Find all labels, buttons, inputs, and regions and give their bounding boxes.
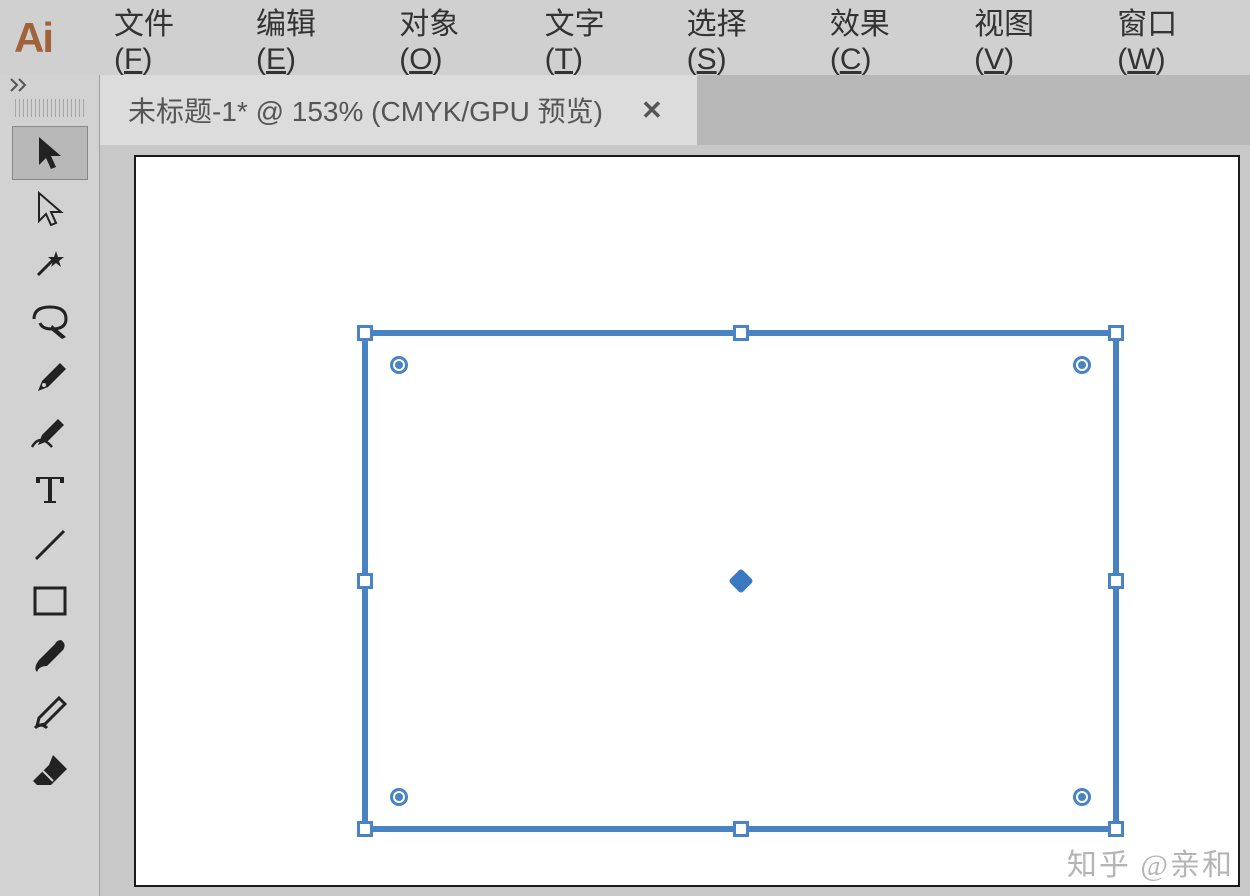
menu-window[interactable]: 窗口(W): [1101, 0, 1206, 83]
menu-object[interactable]: 对象(O): [383, 0, 484, 83]
magic-wand-tool[interactable]: [12, 238, 88, 292]
pen-nib-icon: [30, 357, 70, 397]
resize-handle-right[interactable]: [1108, 573, 1124, 589]
resize-handle-top-left[interactable]: [357, 325, 373, 341]
corner-radius-handle-top-left[interactable]: [390, 356, 408, 374]
tools-panel: [0, 75, 100, 896]
corner-radius-handle-top-right[interactable]: [1073, 356, 1091, 374]
selected-rectangle[interactable]: [362, 330, 1119, 832]
tab-bar: 未标题-1* @ 153% (CMYK/GPU 预览) ✕: [100, 75, 1250, 145]
line-icon: [30, 525, 70, 565]
magic-wand-icon: [30, 245, 70, 285]
resize-handle-top-right[interactable]: [1108, 325, 1124, 341]
eraser-tool[interactable]: [12, 742, 88, 796]
type-t-icon: [32, 471, 68, 507]
resize-handle-left[interactable]: [357, 573, 373, 589]
curvature-tool[interactable]: [12, 406, 88, 460]
direct-selection-arrow-icon: [33, 189, 67, 229]
menu-type[interactable]: 文字(T): [529, 0, 627, 83]
paintbrush-icon: [29, 636, 71, 678]
resize-handle-bottom-right[interactable]: [1108, 821, 1124, 837]
document-tab-title: 未标题-1* @ 153% (CMYK/GPU 预览): [128, 90, 603, 130]
selection-arrow-icon: [33, 133, 67, 173]
lasso-icon: [28, 301, 72, 341]
curvature-pen-icon: [28, 413, 72, 453]
menu-edit[interactable]: 编辑(E): [240, 0, 339, 83]
paintbrush-tool[interactable]: [12, 630, 88, 684]
center-point-icon[interactable]: [728, 568, 753, 593]
artboard[interactable]: [134, 155, 1240, 887]
shaper-icon: [29, 692, 71, 734]
pen-tool[interactable]: [12, 350, 88, 404]
menu-file[interactable]: 文件(F): [98, 0, 196, 83]
selection-tool[interactable]: [12, 126, 88, 180]
shaper-tool[interactable]: [12, 686, 88, 740]
line-segment-tool[interactable]: [12, 518, 88, 572]
menu-view[interactable]: 视图(V): [958, 0, 1057, 83]
workspace: 未标题-1* @ 153% (CMYK/GPU 预览) ✕: [0, 75, 1250, 896]
direct-selection-tool[interactable]: [12, 182, 88, 236]
type-tool[interactable]: [12, 462, 88, 516]
rectangle-tool[interactable]: [12, 574, 88, 628]
canvas[interactable]: 知乎 @亲和: [100, 145, 1250, 896]
resize-handle-top[interactable]: [733, 325, 749, 341]
document-area: 未标题-1* @ 153% (CMYK/GPU 预览) ✕: [100, 75, 1250, 896]
document-tab[interactable]: 未标题-1* @ 153% (CMYK/GPU 预览) ✕: [100, 75, 697, 145]
lasso-tool[interactable]: [12, 294, 88, 348]
corner-radius-handle-bottom-left[interactable]: [390, 788, 408, 806]
panel-grip[interactable]: [15, 99, 85, 117]
menu-effect[interactable]: 效果(C): [814, 0, 914, 83]
chevron-right-double-icon: [10, 78, 34, 92]
tab-bar-empty: [697, 75, 1250, 145]
panel-collapse-button[interactable]: [0, 75, 99, 95]
corner-radius-handle-bottom-right[interactable]: [1073, 788, 1091, 806]
menu-select[interactable]: 选择(S): [671, 0, 770, 83]
resize-handle-bottom[interactable]: [733, 821, 749, 837]
eraser-icon: [29, 749, 71, 789]
app-logo: Ai: [14, 14, 52, 62]
menu-bar: Ai 文件(F) 编辑(E) 对象(O) 文字(T) 选择(S) 效果(C) 视…: [0, 0, 1250, 75]
rectangle-icon: [31, 584, 69, 618]
resize-handle-bottom-left[interactable]: [357, 821, 373, 837]
tab-close-button[interactable]: ✕: [633, 91, 671, 130]
